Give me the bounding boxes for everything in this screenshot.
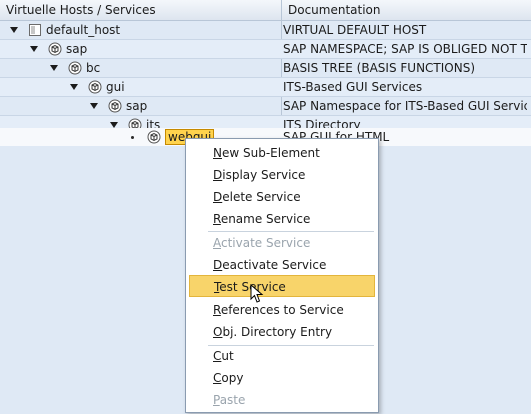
tree-node-label: default_host <box>46 23 121 37</box>
service-cube-icon <box>68 61 82 75</box>
documentation-cell: SAP Namespace for ITS-Based GUI Services <box>283 99 527 113</box>
table-row[interactable]: sap SAP Namespace for ITS-Based GUI Serv… <box>0 97 531 116</box>
tree-node-label: sap <box>126 99 148 113</box>
menu-item-copy[interactable]: Copy <box>186 367 378 389</box>
service-cube-icon <box>108 99 122 113</box>
collapse-arrow-icon[interactable] <box>90 103 98 109</box>
documentation-cell: SAP NAMESPACE; SAP IS OBLIGED NOT T... <box>283 42 527 56</box>
collapse-arrow-icon[interactable] <box>10 27 18 33</box>
table-row[interactable]: gui ITS-Based GUI Services <box>0 78 531 97</box>
leaf-dot-icon <box>131 135 134 139</box>
menu-item-activate-service: Activate Service <box>213 236 311 250</box>
table-row[interactable]: sap SAP NAMESPACE; SAP IS OBLIGED NOT T.… <box>0 40 531 59</box>
menu-item-test-service[interactable]: Test Service <box>189 275 375 297</box>
documentation-cell: BASIS TREE (BASIS FUNCTIONS) <box>283 61 476 75</box>
collapse-arrow-icon[interactable] <box>30 46 38 52</box>
menu-item-references-to-service[interactable]: References to Service <box>186 299 378 321</box>
menu-item-deactivate-service[interactable]: Deactivate Service <box>186 254 378 276</box>
service-cube-icon <box>48 42 62 56</box>
mouse-pointer-icon <box>250 284 264 303</box>
column-header-hosts[interactable]: Virtuelle Hosts / Services <box>0 0 281 20</box>
column-header-documentation[interactable]: Documentation <box>282 0 531 20</box>
table-row[interactable]: default_host VIRTUAL DEFAULT HOST <box>0 21 531 40</box>
documentation-cell: VIRTUAL DEFAULT HOST <box>283 23 427 37</box>
collapse-arrow-icon[interactable] <box>50 65 58 71</box>
table-row[interactable]: bc BASIS TREE (BASIS FUNCTIONS) <box>0 59 531 78</box>
tree-node-label: gui <box>106 80 125 94</box>
service-cube-icon <box>147 130 161 144</box>
tree-node-label: sap <box>66 42 88 56</box>
menu-item-display-service[interactable]: Display Service <box>186 164 378 186</box>
menu-item-obj-directory-entry[interactable]: Obj. Directory Entry <box>186 321 378 343</box>
context-menu: New Sub-Element Display Service Delete S… <box>185 138 379 413</box>
service-cube-icon <box>88 80 102 94</box>
documentation-cell: ITS-Based GUI Services <box>283 80 423 94</box>
table-header: Virtuelle Hosts / Services Documentation <box>0 0 531 21</box>
tree-node-label: bc <box>86 61 101 75</box>
menu-item-cut[interactable]: Cut <box>186 345 378 367</box>
menu-item-rename-service[interactable]: Rename Service <box>186 208 378 230</box>
host-folder-icon <box>29 24 41 36</box>
menu-item-new-sub-element[interactable]: New Sub-Element <box>186 142 378 164</box>
menu-item-delete-service[interactable]: Delete Service <box>186 186 378 208</box>
menu-item-paste: Paste <box>213 393 246 407</box>
collapse-arrow-icon[interactable] <box>70 84 78 90</box>
